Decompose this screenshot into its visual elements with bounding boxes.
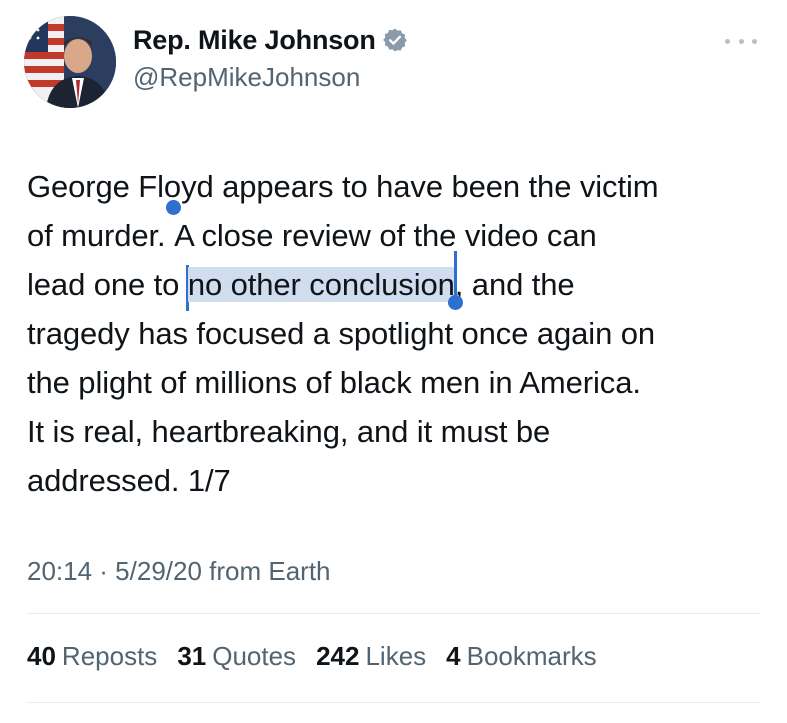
tweet-line: the plight of millions of black men in A… (27, 365, 641, 400)
author-block: Rep. Mike Johnson @RepMikeJohnson (133, 20, 408, 93)
text-segment: close review of the video can (192, 218, 597, 253)
tweet-timestamp[interactable]: 20:14 · 5/29/20 from Earth (27, 556, 331, 587)
more-options-icon[interactable] (725, 36, 757, 46)
tweet-card: Rep. Mike Johnson @RepMikeJohnson George… (0, 0, 787, 723)
stat-likes[interactable]: 242 Likes (316, 641, 426, 672)
user-handle[interactable]: @RepMikeJohnson (133, 62, 408, 93)
text-segment: lead one to (27, 267, 188, 302)
stat-reposts[interactable]: 40 Reposts (27, 641, 157, 672)
tweet-line: lead one to no other conclusion, and the (27, 251, 767, 311)
stat-count: 242 (316, 641, 360, 671)
divider (27, 702, 760, 703)
stat-label: Bookmarks (466, 641, 597, 671)
stat-bookmarks[interactable]: 4 Bookmarks (446, 641, 597, 672)
text-segment: , and the (454, 267, 575, 302)
stat-label: Quotes (212, 641, 297, 671)
divider (27, 613, 760, 614)
tweet-line: addressed. 1/7 (27, 463, 231, 498)
text-segment: of murder. (27, 218, 175, 253)
tweet-line: George Floyd appears to have been the vi… (27, 169, 659, 204)
display-name[interactable]: Rep. Mike Johnson (133, 25, 376, 56)
engagement-stats: 40 Reposts 31 Quotes 242 Likes 4 Bookmar… (27, 641, 617, 672)
tweet-line: tragedy has focused a spotlight once aga… (27, 316, 656, 351)
avatar-photo (24, 16, 116, 108)
stat-label: Likes (365, 641, 427, 671)
tweet-line: of murder. A close review of the video c… (27, 200, 767, 260)
stat-label: Reposts (61, 641, 158, 671)
selected-text[interactable]: no other conclusion (187, 267, 455, 302)
avatar[interactable] (24, 16, 116, 108)
tweet-line: It is real, heartbreaking, and it must b… (27, 414, 551, 449)
tweet-text: George Floyd appears to have been the vi… (27, 162, 767, 505)
stat-quotes[interactable]: 31 Quotes (177, 641, 296, 672)
text-segment: A (174, 218, 193, 253)
stat-count: 40 (27, 641, 56, 671)
stat-count: 4 (446, 641, 461, 671)
verified-badge-icon (382, 27, 408, 53)
stat-count: 31 (177, 641, 207, 671)
name-row: Rep. Mike Johnson (133, 20, 408, 60)
